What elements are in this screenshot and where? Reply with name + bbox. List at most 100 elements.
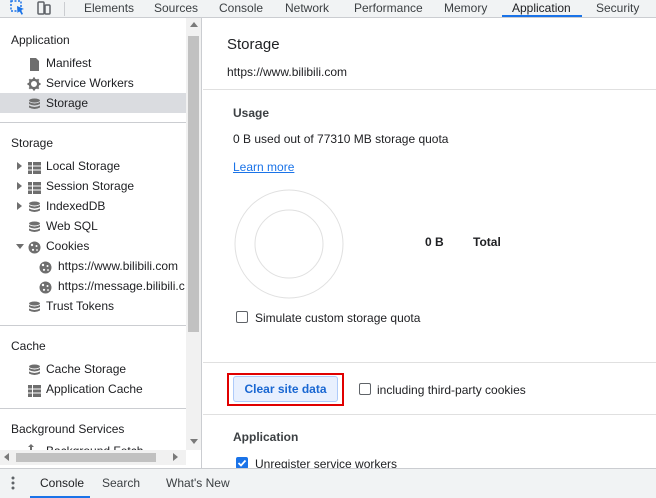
toolbar-separator <box>64 2 65 16</box>
sidebar-section-background-services: Background Services <box>11 422 125 436</box>
drawer-tab-search[interactable]: Search <box>102 469 140 498</box>
more-options-icon[interactable] <box>11 476 15 490</box>
sidebar-vertical-scrollbar[interactable] <box>186 18 201 450</box>
origin-url: https://www.bilibili.com <box>227 65 348 79</box>
sidebar-section-application: Application <box>11 33 70 47</box>
scroll-up-icon[interactable] <box>190 22 198 27</box>
sidebar-item-web-sql[interactable]: Web SQL <box>0 216 186 236</box>
sidebar-item-cookies[interactable]: Cookies <box>0 236 186 256</box>
checkmark-icon <box>237 459 247 467</box>
usage-heading: Usage <box>233 106 270 120</box>
grid-icon <box>28 383 41 397</box>
sidebar-item-label: Application Cache <box>46 382 143 396</box>
application-sidebar: Application Manifest Service Workers Sto… <box>0 18 202 468</box>
sidebar-item-indexeddb[interactable]: IndexedDB <box>0 196 186 216</box>
gear-icon <box>27 77 41 91</box>
third-party-cookies-checkbox[interactable] <box>359 383 371 395</box>
storage-panel: Storage https://www.bilibili.com Usage 0… <box>203 18 656 468</box>
scroll-down-icon[interactable] <box>190 439 198 444</box>
sidebar-section-storage: Storage <box>11 136 54 150</box>
scroll-left-icon[interactable] <box>4 453 9 461</box>
section-divider <box>203 362 656 363</box>
expand-arrow-icon[interactable] <box>17 202 22 210</box>
database-icon <box>28 220 41 232</box>
sidebar-divider <box>0 408 186 409</box>
sidebar-item-label: IndexedDB <box>46 199 106 213</box>
total-label: Total <box>473 235 501 249</box>
sidebar-item-label: Service Workers <box>46 76 134 90</box>
sidebar-item-label: Cookies <box>46 239 90 253</box>
third-party-cookies-label: including third-party cookies <box>377 383 526 397</box>
page-title: Storage <box>227 36 280 53</box>
devtools-toolbar: Elements Sources Console Network Perform… <box>0 0 656 18</box>
sidebar-item-cookie-origin[interactable]: https://message.bilibili.c <box>0 276 186 296</box>
clear-site-data-button[interactable]: Clear site data <box>233 376 338 402</box>
sidebar-item-label: Cache Storage <box>46 362 127 376</box>
sidebar-item-local-storage[interactable]: Local Storage <box>0 156 186 176</box>
active-tab-indicator <box>502 15 582 17</box>
grid-icon <box>28 180 41 194</box>
section-divider <box>203 414 656 415</box>
sidebar-item-session-storage[interactable]: Session Storage <box>0 176 186 196</box>
database-icon <box>28 363 41 375</box>
sidebar-item-background-fetch[interactable]: Background Fetch <box>0 440 186 450</box>
console-drawer-tabs: Console Search What's New <box>0 468 656 498</box>
scrollbar-thumb[interactable] <box>188 36 199 332</box>
expand-arrow-icon[interactable] <box>17 182 22 190</box>
simulate-quota-label: Simulate custom storage quota <box>255 311 421 325</box>
expand-arrow-icon[interactable] <box>17 162 22 170</box>
grid-icon <box>28 160 41 174</box>
tab-console[interactable]: Console <box>219 0 263 17</box>
sidebar-section-cache: Cache <box>11 339 46 353</box>
sidebar-item-label: Web SQL <box>46 219 98 233</box>
unregister-service-workers-checkbox[interactable] <box>236 457 248 468</box>
file-icon <box>28 57 41 71</box>
simulate-quota-checkbox[interactable] <box>236 311 248 323</box>
sidebar-item-label: Local Storage <box>46 159 121 173</box>
tab-security[interactable]: Security <box>596 0 639 17</box>
sidebar-item-label: https://message.bilibili.c <box>58 279 185 293</box>
sidebar-item-label: Manifest <box>46 56 92 70</box>
sidebar-item-cache-storage[interactable]: Cache Storage <box>0 359 186 379</box>
scrollbar-thumb[interactable] <box>16 453 156 462</box>
arrows-icon <box>28 442 41 450</box>
section-divider <box>203 89 656 90</box>
drawer-tab-whats-new[interactable]: What's New <box>166 469 230 498</box>
sidebar-item-label: Background Fetch <box>46 441 143 450</box>
tab-network[interactable]: Network <box>285 0 329 17</box>
application-heading: Application <box>233 430 299 444</box>
tab-memory[interactable]: Memory <box>444 0 487 17</box>
sidebar-item-label: Session Storage <box>46 179 135 193</box>
cookie-icon <box>39 260 52 274</box>
cookie-icon <box>39 280 52 294</box>
drawer-tab-console[interactable]: Console <box>40 469 84 498</box>
usage-text: 0 B used out of 77310 MB storage quota <box>233 132 449 146</box>
database-icon <box>28 97 41 109</box>
tab-elements[interactable]: Elements <box>84 0 134 17</box>
inspect-element-icon[interactable] <box>10 0 28 17</box>
sidebar-item-trust-tokens[interactable]: Trust Tokens <box>0 296 186 316</box>
sidebar-item-cookie-origin[interactable]: https://www.bilibili.com <box>0 256 186 276</box>
sidebar-item-label: Trust Tokens <box>46 299 115 313</box>
tab-sources[interactable]: Sources <box>154 0 198 17</box>
cookie-icon <box>28 240 41 254</box>
sidebar-item-application-cache[interactable]: Application Cache <box>0 379 186 399</box>
sidebar-item-manifest[interactable]: Manifest <box>0 53 186 73</box>
learn-more-link[interactable]: Learn more <box>233 160 294 174</box>
scroll-right-icon[interactable] <box>173 453 178 461</box>
sidebar-item-label: Storage <box>46 96 89 110</box>
sidebar-item-storage[interactable]: Storage <box>0 93 186 113</box>
sidebar-divider <box>0 325 186 326</box>
unregister-service-workers-label: Unregister service workers <box>255 457 398 468</box>
collapse-arrow-icon[interactable] <box>16 244 24 249</box>
sidebar-item-label: https://www.bilibili.com <box>58 259 179 273</box>
sidebar-horizontal-scrollbar[interactable] <box>0 450 186 465</box>
database-icon <box>28 300 41 312</box>
sidebar-divider <box>0 122 186 123</box>
device-toolbar-icon[interactable] <box>36 0 54 17</box>
tab-performance[interactable]: Performance <box>354 0 423 17</box>
usage-pie-chart <box>233 188 345 300</box>
sidebar-item-service-workers[interactable]: Service Workers <box>0 73 186 93</box>
total-value: 0 B <box>425 235 444 249</box>
database-icon <box>28 200 41 212</box>
